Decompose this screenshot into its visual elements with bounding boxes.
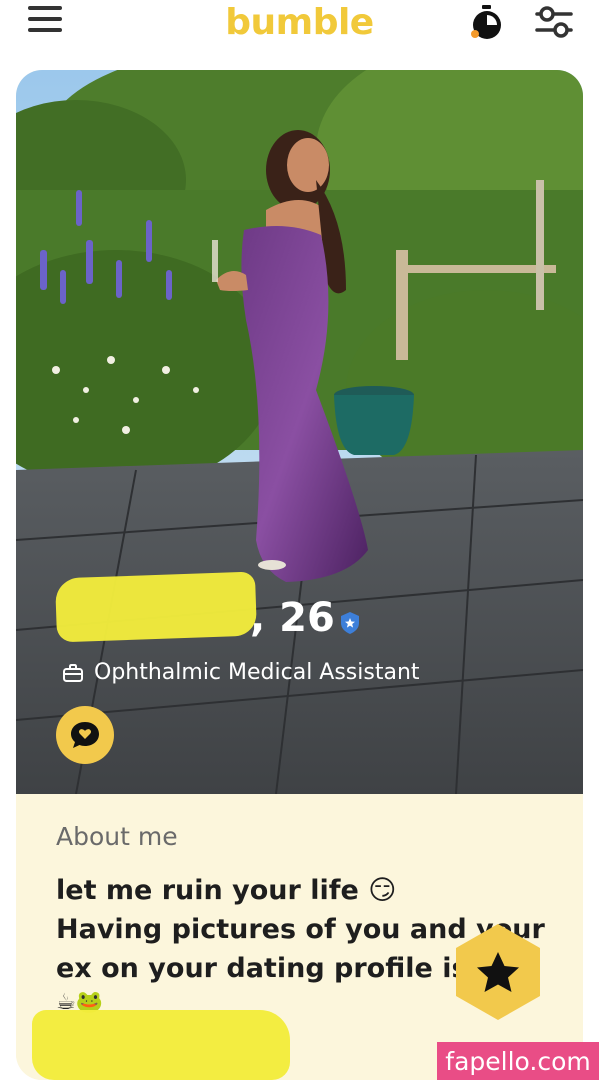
timer-icon[interactable] xyxy=(466,2,506,42)
about-line: let me ruin your life 😏 xyxy=(56,875,397,906)
app-logo: bumble xyxy=(225,2,374,43)
profile-age: , 26 xyxy=(250,595,335,641)
name-redaction xyxy=(54,571,258,643)
verified-badge-icon[interactable] xyxy=(338,611,362,635)
filter-icon[interactable] xyxy=(533,4,575,40)
top-bar: bumble xyxy=(0,0,599,50)
briefcase-icon xyxy=(63,663,83,682)
job-title: Ophthalmic Medical Assistant xyxy=(94,660,420,685)
chat-button[interactable] xyxy=(56,706,114,764)
superswipe-button[interactable] xyxy=(452,922,544,1022)
text-redaction xyxy=(32,1010,290,1080)
job-row: Ophthalmic Medical Assistant xyxy=(62,660,420,685)
about-title: About me xyxy=(56,822,178,851)
watermark: fapello.com xyxy=(437,1042,599,1080)
chat-heart-icon xyxy=(71,722,99,748)
profile-photo[interactable] xyxy=(16,70,583,794)
